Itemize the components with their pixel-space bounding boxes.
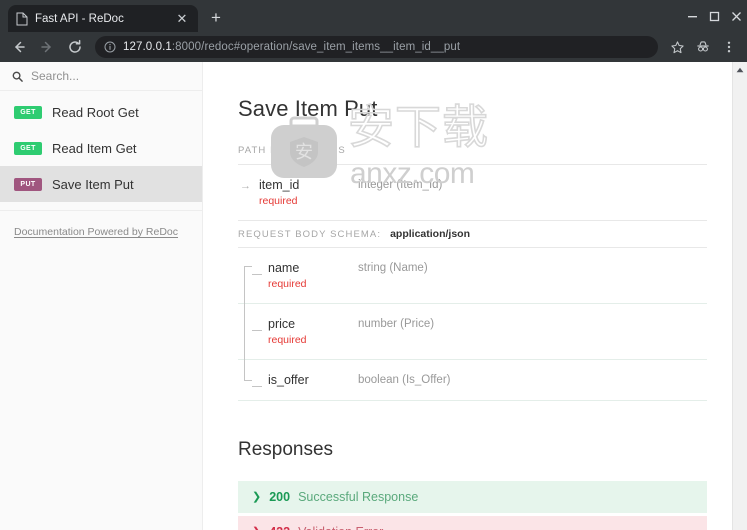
parameter-required-label: required	[259, 195, 298, 207]
response-row-200[interactable]: ❯ 200 Successful Response	[238, 481, 707, 513]
tree-branch-marker-icon	[252, 379, 262, 387]
operation-panel: Save Item Put PATH PARAMETERS → item_id …	[238, 96, 707, 530]
response-description: Successful Response	[298, 490, 419, 504]
sidebar: GET Read Root Get GET Read Item Get PUT …	[0, 62, 203, 530]
arrow-right-icon[interactable]	[34, 34, 60, 60]
browser-toolbar: 127.0.0.1:8000/redoc#operation/save_item…	[0, 32, 747, 62]
request-body-schema-label: REQUEST BODY SCHEMA: application/json	[238, 228, 707, 248]
field-name-cell: name required	[238, 261, 358, 291]
url-host: 127.0.0.1	[123, 41, 172, 53]
close-icon[interactable]: ✕	[174, 11, 190, 27]
minimize-icon[interactable]	[681, 0, 703, 32]
field-required-label: required	[268, 334, 307, 346]
search-input[interactable]	[31, 69, 190, 83]
tab-strip: Fast API - ReDoc ✕ +	[0, 0, 747, 32]
field-name-cell: price required	[238, 317, 358, 347]
window-close-icon[interactable]	[725, 0, 747, 32]
schema-tree-bracket	[244, 266, 252, 381]
response-description: Validation Error	[298, 525, 383, 530]
responses-title: Responses	[238, 439, 334, 460]
three-dot-menu-icon[interactable]	[717, 35, 741, 59]
arrow-left-icon[interactable]	[6, 34, 32, 60]
method-badge-put: PUT	[14, 177, 42, 191]
sidebar-item-read-root-get[interactable]: GET Read Root Get	[0, 94, 202, 130]
browser-tab[interactable]: Fast API - ReDoc ✕	[8, 5, 198, 32]
field-type: number (Price)	[358, 318, 435, 330]
sidebar-item-save-item-put[interactable]: PUT Save Item Put	[0, 166, 202, 202]
parameter-type: integer (Item_Id)	[358, 179, 443, 191]
vertical-scrollbar[interactable]	[732, 62, 747, 530]
scroll-up-arrow-icon[interactable]	[732, 62, 747, 77]
sidebar-item-label: Read Root Get	[52, 104, 139, 120]
tree-branch-marker-icon	[252, 323, 262, 331]
sidebar-item-label: Save Item Put	[52, 176, 134, 192]
request-body-label-text: REQUEST BODY SCHEMA:	[238, 229, 382, 240]
incognito-icon[interactable]	[691, 35, 715, 59]
window-controls	[681, 0, 747, 32]
sidebar-item-label: Read Item Get	[52, 140, 137, 156]
chevron-down-icon: ❯	[252, 490, 262, 503]
parameter-name-cell: → item_id required	[238, 178, 358, 208]
main-content: Save Item Put PATH PARAMETERS → item_id …	[203, 62, 747, 530]
page-viewport: GET Read Root Get GET Read Item Get PUT …	[0, 62, 747, 530]
request-body-fields: name required string (Name) price requir…	[238, 248, 707, 401]
star-icon[interactable]	[665, 35, 689, 59]
response-code: 200	[269, 490, 291, 504]
new-tab-button[interactable]: +	[202, 4, 230, 32]
field-required-label: required	[268, 278, 307, 290]
method-badge-get: GET	[14, 105, 42, 119]
parameter-name: item_id	[259, 178, 300, 192]
url-path: :8000/redoc#operation/save_item_items__i…	[171, 41, 461, 53]
address-bar-url: 127.0.0.1:8000/redoc#operation/save_item…	[123, 41, 460, 53]
response-code: 422	[269, 525, 290, 530]
table-row: name required string (Name)	[238, 248, 707, 304]
chevron-down-icon: ❯	[252, 526, 261, 530]
page-title: Save Item Put	[238, 96, 378, 121]
response-row-422[interactable]: ❯ 422 Validation Error	[238, 516, 707, 530]
path-parameters-label: PATH PARAMETERS	[238, 145, 707, 165]
maximize-icon[interactable]	[703, 0, 725, 32]
field-name: is_offer	[268, 373, 309, 387]
tree-branch-marker-icon	[252, 267, 262, 275]
browser-window: Fast API - ReDoc ✕ + 127.0.0.1:8000/redo…	[0, 0, 747, 530]
field-type: boolean (Is_Offer)	[358, 374, 451, 386]
info-circle-icon[interactable]	[104, 41, 116, 53]
address-bar[interactable]: 127.0.0.1:8000/redoc#operation/save_item…	[95, 36, 658, 58]
search-icon	[12, 71, 23, 82]
arrow-right-marker-icon: →	[240, 180, 251, 192]
powered-by-redoc-link[interactable]: Documentation Powered by ReDoc	[14, 226, 178, 238]
method-badge-get: GET	[14, 141, 42, 155]
request-body-mime: application/json	[390, 228, 471, 240]
table-row: price required number (Price)	[238, 304, 707, 360]
field-name: price	[268, 317, 296, 331]
sidebar-item-read-item-get[interactable]: GET Read Item Get	[0, 130, 202, 166]
sidebar-footer: Documentation Powered by ReDoc	[0, 210, 202, 240]
sidebar-nav-list: GET Read Root Get GET Read Item Get PUT …	[0, 91, 202, 202]
table-row: is_offer boolean (Is_Offer)	[238, 360, 707, 401]
path-parameters-table: → item_id required integer (Item_Id)	[238, 165, 707, 221]
page-icon	[16, 12, 28, 26]
field-type: string (Name)	[358, 262, 428, 274]
search-row[interactable]	[0, 62, 202, 91]
field-name: name	[268, 261, 300, 275]
table-row: → item_id required integer (Item_Id)	[238, 165, 707, 221]
tab-title: Fast API - ReDoc	[35, 12, 124, 25]
field-name-cell: is_offer	[238, 373, 358, 388]
reload-icon[interactable]	[62, 34, 88, 60]
